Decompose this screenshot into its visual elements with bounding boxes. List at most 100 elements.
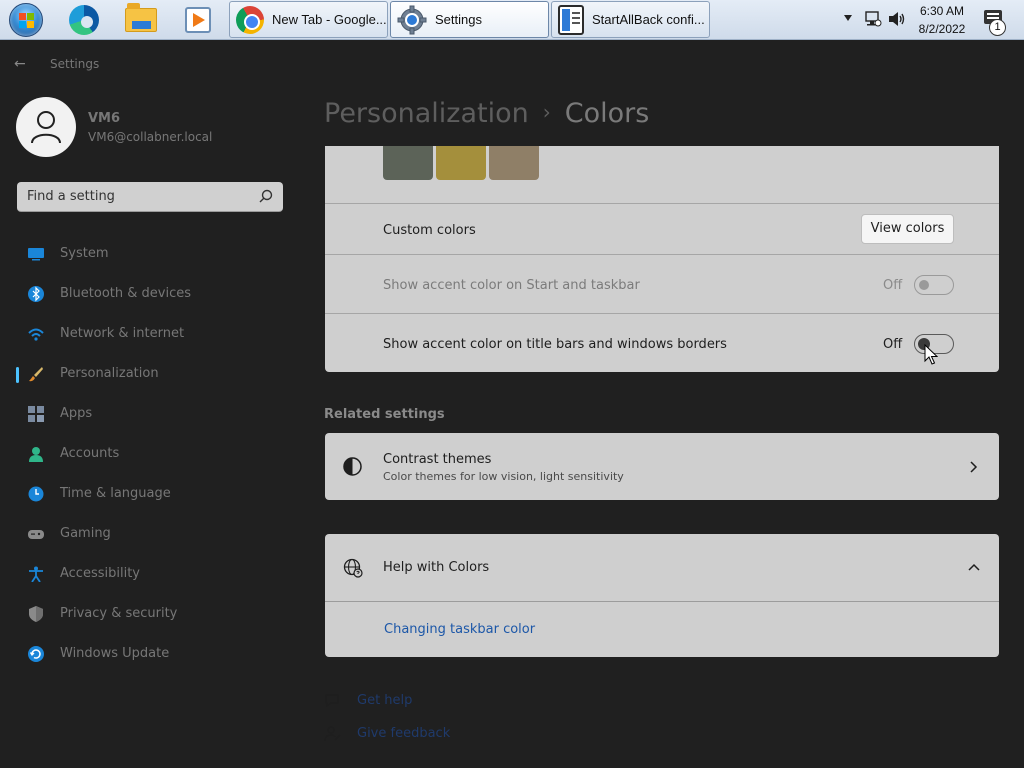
sidebar-item-label: Gaming — [60, 526, 111, 541]
window-title: Settings — [50, 57, 100, 71]
edge-pinned-button[interactable] — [67, 3, 101, 37]
avatar[interactable] — [16, 97, 76, 157]
sidebar-item-privacy[interactable]: Privacy & security — [16, 596, 296, 632]
sidebar-item-label: System — [60, 246, 109, 261]
edge-icon — [69, 5, 99, 35]
sidebar-item-apps[interactable]: Apps — [16, 396, 296, 432]
accent-start-taskbar-label: Show accent color on Start and taskbar — [383, 278, 640, 293]
start-button[interactable] — [9, 3, 43, 37]
globe-help-icon — [343, 558, 363, 578]
brush-icon — [29, 367, 43, 382]
sidebar-item-network[interactable]: Network & internet — [16, 316, 296, 352]
media-player-pinned-button[interactable] — [181, 3, 215, 37]
system-icon — [28, 248, 44, 261]
bluetooth-icon — [28, 286, 44, 302]
contrast-themes-row[interactable]: Contrast themes Color themes for low vis… — [325, 433, 999, 500]
accent-start-taskbar-toggle[interactable] — [914, 275, 954, 295]
sidebar-item-gaming[interactable]: Gaming — [16, 516, 296, 552]
related-settings-heading: Related settings — [324, 407, 445, 422]
sidebar-item-label: Windows Update — [60, 646, 170, 661]
settings-gear-icon — [397, 5, 427, 34]
chrome-icon — [236, 5, 264, 34]
sidebar-item-label: Privacy & security — [60, 606, 178, 621]
contrast-themes-title: Contrast themes — [383, 452, 492, 467]
sidebar-item-accounts[interactable]: Accounts — [16, 436, 296, 472]
sidebar-item-label: Accounts — [60, 446, 120, 461]
breadcrumb: Personalization › Colors — [324, 98, 649, 129]
back-arrow-icon[interactable]: ← — [14, 56, 32, 74]
changing-taskbar-color-link[interactable]: Changing taskbar color — [384, 622, 535, 637]
wifi-icon — [28, 328, 44, 341]
get-help-link[interactable]: Get help — [357, 693, 412, 708]
sidebar-item-label: Accessibility — [60, 566, 140, 581]
settings-window: ← Settings VM6 VM6@collabner.local Find … — [0, 40, 1024, 768]
toggle-knob — [919, 280, 929, 290]
volume-icon[interactable] — [887, 10, 907, 28]
sidebar-item-system[interactable]: System — [16, 236, 296, 272]
file-explorer-pinned-button[interactable] — [124, 3, 158, 37]
clock-date: 8/2/2022 — [918, 22, 966, 36]
contrast-icon — [343, 457, 362, 476]
view-colors-button[interactable]: View colors — [861, 214, 954, 244]
accent-colors-card: Custom colors View colors Show accent co… — [325, 146, 999, 372]
breadcrumb-separator: › — [542, 100, 551, 124]
accent-title-bars-state: Off — [883, 337, 903, 352]
apps-icon — [28, 406, 44, 422]
startallback-icon — [558, 4, 584, 35]
search-placeholder: Find a setting — [27, 189, 115, 204]
gamepad-icon — [28, 530, 44, 539]
taskbar-task-chrome[interactable]: New Tab - Google... — [229, 1, 388, 38]
sidebar-item-personalization[interactable]: Personalization — [16, 356, 296, 392]
divider — [325, 313, 999, 314]
tray-clock[interactable]: 6:30 AM 8/2/2022 — [906, 2, 978, 38]
sidebar-item-accessibility[interactable]: Accessibility — [16, 556, 296, 592]
breadcrumb-parent[interactable]: Personalization — [324, 98, 529, 129]
sidebar-item-label: Network & internet — [60, 326, 185, 341]
divider — [325, 203, 999, 204]
give-feedback-link[interactable]: Give feedback — [357, 726, 450, 741]
get-help-icon — [325, 694, 339, 708]
clock-icon — [28, 486, 44, 502]
sidebar-item-label: Personalization — [60, 366, 159, 381]
user-email: VM6@collabner.local — [88, 130, 213, 144]
accent-color-swatch[interactable] — [436, 146, 486, 180]
search-input[interactable]: Find a setting — [17, 182, 283, 212]
accent-color-swatch[interactable] — [489, 146, 539, 180]
sidebar-item-bluetooth[interactable]: Bluetooth & devices — [16, 276, 296, 312]
accounts-icon — [29, 447, 43, 462]
task-label: Settings — [435, 12, 482, 27]
tray-overflow-chevron-icon[interactable] — [844, 15, 852, 21]
search-icon[interactable] — [259, 189, 273, 203]
help-with-colors-header[interactable]: Help with Colors — [325, 534, 999, 601]
sidebar-item-windows-update[interactable]: Windows Update — [16, 636, 296, 672]
chevron-right-icon — [970, 461, 978, 473]
user-name: VM6 — [88, 111, 121, 126]
media-player-icon — [185, 7, 211, 33]
mouse-cursor-icon — [924, 344, 938, 365]
user-silhouette-icon — [31, 111, 61, 144]
sidebar-item-time-language[interactable]: Time & language — [16, 476, 296, 512]
accent-title-bars-label: Show accent color on title bars and wind… — [383, 337, 727, 352]
divider — [325, 254, 999, 255]
give-feedback-icon — [324, 726, 341, 742]
sidebar-item-label: Time & language — [60, 486, 171, 501]
clock-time: 6:30 AM — [919, 4, 965, 18]
accent-color-swatch[interactable] — [383, 146, 433, 180]
taskbar-task-settings[interactable]: Settings — [390, 1, 549, 38]
network-icon[interactable] — [864, 10, 882, 28]
windows-orb-icon — [9, 3, 43, 37]
update-icon — [28, 646, 44, 662]
sidebar-item-label: Bluetooth & devices — [60, 286, 191, 301]
accent-start-taskbar-state: Off — [883, 278, 903, 293]
help-with-colors-body: Changing taskbar color — [325, 602, 999, 657]
chevron-up-icon[interactable] — [968, 563, 980, 571]
task-label: StartAllBack confi... — [592, 12, 705, 27]
custom-colors-label: Custom colors — [383, 223, 476, 238]
help-with-colors-title: Help with Colors — [383, 560, 490, 575]
accessibility-icon — [29, 566, 43, 582]
selected-indicator — [16, 367, 19, 383]
taskbar-task-startallback[interactable]: StartAllBack confi... — [551, 1, 710, 38]
page-title: Colors — [564, 98, 650, 129]
task-label: New Tab - Google... — [272, 12, 387, 27]
shield-icon — [29, 606, 43, 622]
